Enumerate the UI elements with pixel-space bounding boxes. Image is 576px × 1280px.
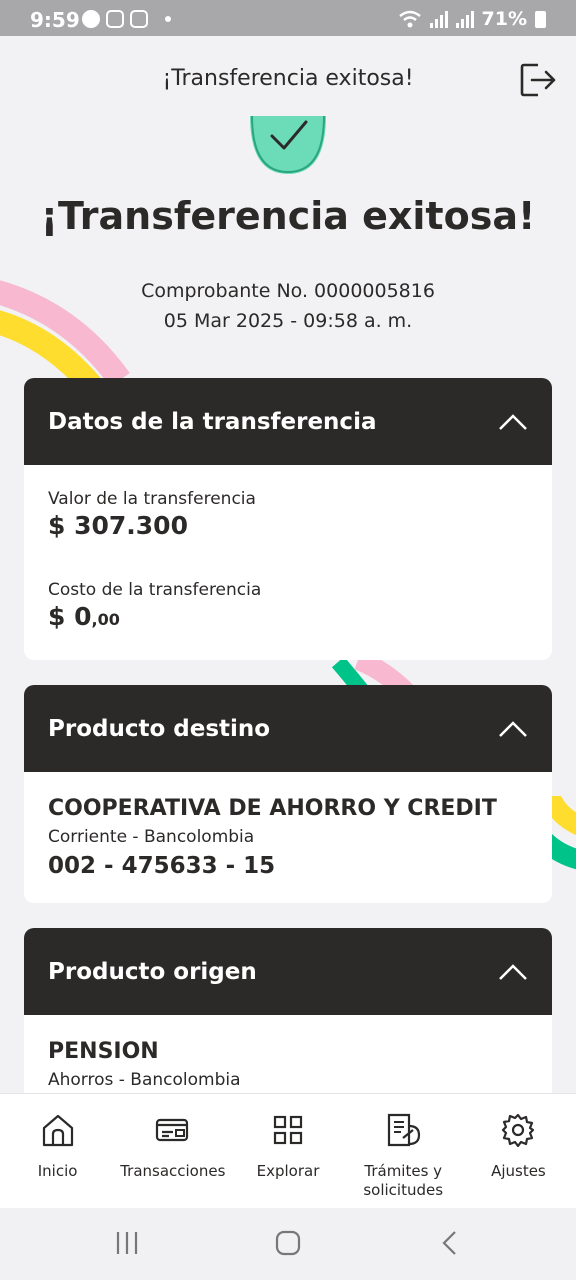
card-title: Producto origen [48,958,257,985]
nav-label: Explorar [256,1162,320,1180]
recent-apps-icon[interactable] [114,1230,140,1256]
destination-product-card: Producto destino COOPERATIVA DE AHORRO Y… [24,685,552,903]
nav-item-tramites[interactable]: Trámites y solicitudes [346,1094,461,1208]
home-button-icon[interactable] [275,1230,301,1256]
chevron-up-icon[interactable] [498,963,528,981]
signal-icon [455,10,474,28]
notification-icons [82,10,148,28]
header-title: ¡Transferencia exitosa! [162,66,414,91]
status-bar: 9:59 71% [0,0,576,36]
transfer-value: $ 307.300 [48,511,188,540]
destination-account-number: 002 - 475633 - 15 [48,853,276,879]
notification-dot-icon [165,16,171,22]
nav-item-inicio[interactable]: Inicio [0,1094,115,1208]
transfer-details-header[interactable]: Datos de la transferencia [24,378,552,465]
transfer-cost-label: Costo de la transferencia [48,580,262,600]
status-time: 9:59 [30,8,80,32]
gear-icon [502,1113,535,1148]
nav-item-transacciones[interactable]: Transacciones [115,1094,230,1208]
system-navigation-bar [0,1208,576,1280]
transfer-cost: $ 0,00 [48,602,528,631]
nav-label: Transacciones [120,1162,226,1180]
home-icon [42,1114,73,1147]
nav-label: Ajustes [491,1162,546,1180]
destination-name: COOPERATIVA DE AHORRO Y CREDIT [48,796,497,821]
receipt-datetime: 05 Mar 2025 - 09:58 a. m. [163,310,413,332]
card-title: Producto destino [48,715,271,742]
instagram-icon [130,10,148,28]
chevron-up-icon[interactable] [498,720,528,738]
success-title: ¡Transferencia exitosa! [40,194,536,238]
signal-icon [429,10,448,28]
origin-name: PENSION [48,1039,159,1064]
transfer-cost-main: $ 0 [48,602,92,631]
bottom-navigation: Inicio Transacciones Explorar Trámites y… [0,1093,576,1208]
logout-icon[interactable] [518,60,558,100]
transfer-value-label: Valor de la transferencia [48,489,256,509]
receipt-number: Comprobante No. 0000005816 [141,280,435,302]
battery-icon [535,10,546,28]
nav-item-ajustes[interactable]: Ajustes [461,1094,576,1208]
destination-account-type: Corriente - Bancolombia [48,827,255,847]
message-icon [82,10,100,28]
origin-account-type: Ahorros - Bancolombia [48,1070,241,1090]
destination-product-header[interactable]: Producto destino [24,685,552,772]
card-title: Datos de la transferencia [48,408,377,435]
transfer-cost-decimals: ,00 [91,610,120,629]
status-right: 71% [398,8,546,30]
receipt-info: Comprobante No. 0000005816 05 Mar 2025 -… [0,276,576,336]
card-icon [155,1118,188,1142]
instagram-icon [106,10,124,28]
origin-product-header[interactable]: Producto origen [24,928,552,1015]
nav-label: Inicio [37,1162,78,1180]
back-icon[interactable] [440,1230,460,1256]
nav-item-explorar[interactable]: Explorar [230,1094,345,1208]
wifi-icon [398,10,421,28]
transfer-details-card: Datos de la transferencia Valor de la tr… [24,378,552,660]
check-icon [250,116,326,174]
battery-percent: 71% [481,8,527,30]
document-icon [388,1113,421,1147]
grid-icon [273,1115,303,1145]
nav-label: Trámites y solicitudes [363,1162,444,1199]
chevron-up-icon[interactable] [498,413,528,431]
